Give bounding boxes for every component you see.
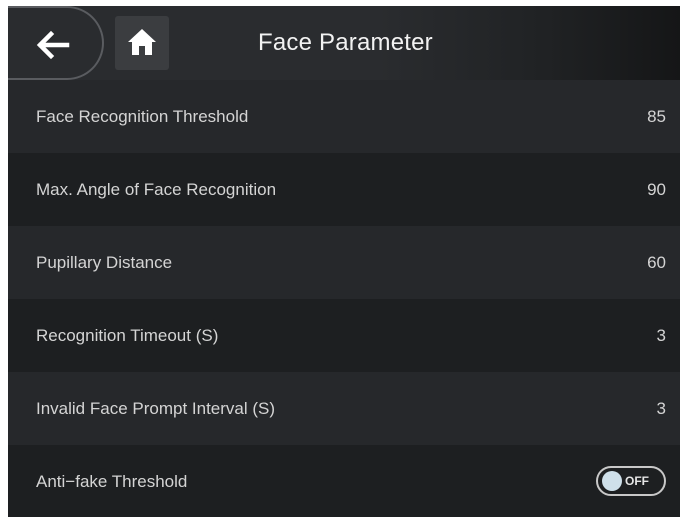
setting-label: Anti−fake Threshold: [36, 472, 188, 491]
settings-list: Face Recognition Threshold 85 Max. Angle…: [8, 80, 680, 517]
setting-label: Max. Angle of Face Recognition: [36, 180, 277, 199]
header-bar: Face Parameter: [8, 6, 680, 80]
setting-label: Pupillary Distance: [36, 253, 173, 272]
setting-label: Face Recognition Threshold: [36, 107, 249, 126]
setting-row-invalid-face-prompt-interval[interactable]: Invalid Face Prompt Interval (S) 3: [8, 372, 680, 445]
page-title: Face Parameter: [258, 29, 433, 56]
setting-row-recognition-timeout[interactable]: Recognition Timeout (S) 3: [8, 299, 680, 372]
toggle-state-label: OFF: [625, 474, 649, 488]
arrow-left-icon: [36, 30, 70, 60]
setting-label: Recognition Timeout (S): [36, 326, 219, 345]
setting-value: 3: [656, 326, 666, 345]
setting-row-max-angle[interactable]: Max. Angle of Face Recognition 90: [8, 153, 680, 226]
setting-row-pupillary-distance[interactable]: Pupillary Distance 60: [8, 226, 680, 299]
setting-label: Invalid Face Prompt Interval (S): [36, 399, 276, 418]
setting-value: 3: [656, 399, 666, 418]
setting-value: 90: [647, 180, 666, 199]
toggle-knob: [602, 471, 622, 491]
anti-fake-toggle[interactable]: OFF: [596, 466, 666, 496]
setting-value: 85: [647, 107, 666, 126]
setting-value: 60: [647, 253, 666, 272]
home-button[interactable]: [115, 16, 169, 70]
home-icon: [128, 29, 156, 55]
device-screen: Face Parameter Face Recognition Threshol…: [8, 6, 680, 517]
setting-row-anti-fake-threshold: Anti−fake Threshold OFF: [8, 445, 680, 517]
back-button[interactable]: [8, 6, 104, 80]
setting-row-face-recognition-threshold[interactable]: Face Recognition Threshold 85: [8, 80, 680, 153]
